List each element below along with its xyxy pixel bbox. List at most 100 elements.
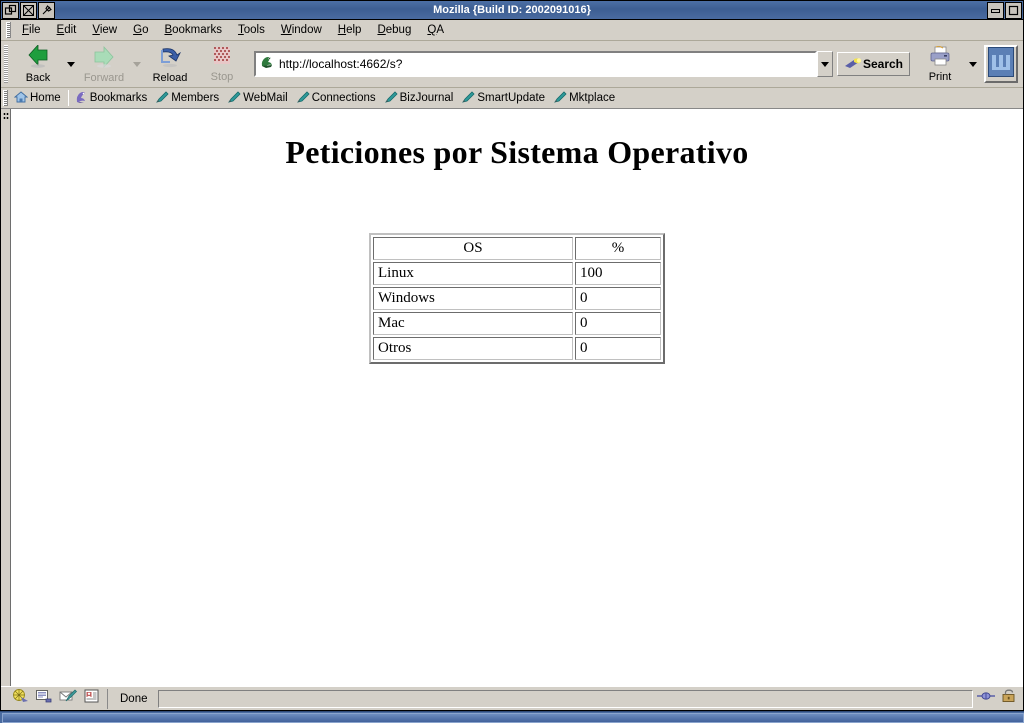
bookmark-bizjournal[interactable]: BizJournal: [381, 89, 459, 108]
cell-os-percent: 100: [575, 262, 661, 285]
menu-bookmarks[interactable]: Bookmarks: [156, 22, 230, 38]
sidebar-grip-icon: [2, 112, 9, 120]
stop-button[interactable]: Stop: [196, 42, 248, 86]
navigator-icon[interactable]: [11, 688, 29, 709]
cell-os-name: Windows: [373, 287, 573, 310]
forward-button[interactable]: Forward: [78, 42, 130, 86]
reload-icon: [157, 45, 183, 72]
mozilla-lizard-icon: [259, 54, 275, 75]
title-bar-left-icons: [1, 1, 55, 19]
pin-icon[interactable]: [38, 1, 55, 19]
table-row: Windows 0: [373, 287, 661, 310]
pen-icon: [461, 90, 475, 107]
pen-icon: [553, 90, 567, 107]
menu-qa[interactable]: QA: [419, 22, 452, 38]
menu-debug[interactable]: Debug: [369, 22, 419, 38]
personal-toolbar: Home Bookmarks Members WebMail Connectio…: [1, 88, 1023, 109]
reload-button[interactable]: Reload: [144, 42, 196, 86]
os-requests-table: OS % Linux 100 Windows 0 Mac 0 Otros 0: [369, 233, 665, 364]
personal-toolbar-grip[interactable]: [3, 90, 8, 106]
bookmark-label: Members: [171, 92, 220, 104]
navigation-toolbar: Back Forward Reload Stop http://localhos…: [1, 41, 1023, 88]
home-icon: [13, 90, 29, 107]
maximize-button[interactable]: [1005, 1, 1022, 19]
stop-icon: [211, 46, 233, 71]
toolbar-separator: [67, 90, 69, 106]
menu-file[interactable]: File: [14, 22, 49, 38]
chevron-down-icon: [133, 61, 141, 67]
bookmarks-icon: [74, 90, 88, 107]
url-text: http://localhost:4662/s?: [279, 57, 403, 71]
cell-os-name: Otros: [373, 337, 573, 360]
navigation-toolbar-grip[interactable]: [4, 45, 8, 83]
location-bar: http://localhost:4662/s?: [254, 51, 833, 77]
stop-button-label: Stop: [210, 70, 234, 83]
status-bar: Done: [1, 686, 1023, 710]
bookmark-home[interactable]: Home: [11, 89, 66, 108]
component-bar: [3, 688, 108, 709]
progress-meter: [157, 689, 973, 708]
print-dropdown-button[interactable]: [966, 42, 980, 86]
search-button[interactable]: Search: [836, 52, 910, 76]
forward-button-label: Forward: [83, 71, 125, 84]
bookmark-label: BizJournal: [399, 92, 454, 104]
bookmark-label: SmartUpdate: [477, 92, 546, 104]
bookmark-label: Home: [30, 92, 61, 104]
menu-view[interactable]: View: [84, 22, 125, 38]
mozilla-throbber-button[interactable]: [984, 45, 1018, 83]
browser-window: Mozilla {Build ID: 2002091016} File Edit…: [0, 0, 1024, 711]
url-dropdown-button[interactable]: [816, 51, 833, 77]
menu-bar-grip[interactable]: [6, 22, 11, 38]
back-dropdown-button[interactable]: [64, 42, 78, 86]
chevron-down-icon: [969, 61, 977, 67]
table-row: Otros 0: [373, 337, 661, 360]
window-title: Mozilla {Build ID: 2002091016}: [433, 4, 591, 16]
cell-os-percent: 0: [575, 287, 661, 310]
desktop-taskbar: [0, 711, 1024, 723]
menu-tools[interactable]: Tools: [230, 22, 273, 38]
bookmark-smartupdate[interactable]: SmartUpdate: [458, 89, 550, 108]
chevron-down-icon: [67, 61, 75, 67]
bookmark-label: Mktplace: [569, 92, 616, 104]
page-title: Peticiones por Sistema Operativo: [285, 134, 749, 170]
column-header-percent: %: [575, 237, 661, 260]
menu-help[interactable]: Help: [330, 22, 370, 38]
title-bar: Mozilla {Build ID: 2002091016}: [1, 1, 1023, 20]
content-area-wrapper: Peticiones por Sistema Operativo OS % Li…: [1, 109, 1023, 686]
table-header-row: OS %: [373, 237, 661, 260]
shade-icon[interactable]: [20, 1, 37, 19]
chevron-down-icon: [820, 61, 829, 67]
minimize-button[interactable]: [987, 1, 1004, 19]
back-button[interactable]: Back: [12, 42, 64, 86]
sidebar-collapsed-handle[interactable]: [1, 109, 11, 686]
bookmark-label: Bookmarks: [89, 92, 148, 104]
menu-window[interactable]: Window: [273, 22, 330, 38]
cell-os-name: Mac: [373, 312, 573, 335]
bookmark-members[interactable]: Members: [152, 89, 224, 108]
pen-icon: [384, 90, 398, 107]
addressbook-icon[interactable]: [83, 688, 101, 709]
mail-icon[interactable]: [59, 688, 77, 709]
forward-dropdown-button[interactable]: [130, 42, 144, 86]
bookmark-mktplace[interactable]: Mktplace: [550, 89, 620, 108]
bookmark-bookmarks[interactable]: Bookmarks: [71, 89, 153, 108]
print-button[interactable]: Print: [914, 42, 966, 86]
connection-icon[interactable]: [976, 689, 996, 708]
print-button-label: Print: [928, 70, 952, 83]
window-menu-icon[interactable]: [2, 1, 19, 19]
composer-icon[interactable]: [35, 688, 53, 709]
bookmark-connections[interactable]: Connections: [293, 89, 381, 108]
table-row: Linux 100: [373, 262, 661, 285]
forward-arrow-icon: [91, 45, 117, 72]
menu-go[interactable]: Go: [125, 22, 156, 38]
url-input[interactable]: http://localhost:4662/s?: [254, 51, 817, 77]
table-row: Mac 0: [373, 312, 661, 335]
status-message: Done: [120, 692, 148, 705]
menu-edit[interactable]: Edit: [49, 22, 85, 38]
window-controls: [987, 1, 1023, 19]
printer-icon: [927, 44, 953, 71]
column-header-os: OS: [373, 237, 573, 260]
security-lock-icon[interactable]: [1001, 689, 1017, 708]
taskbar-window-item[interactable]: [2, 712, 1024, 723]
bookmark-webmail[interactable]: WebMail: [224, 89, 293, 108]
